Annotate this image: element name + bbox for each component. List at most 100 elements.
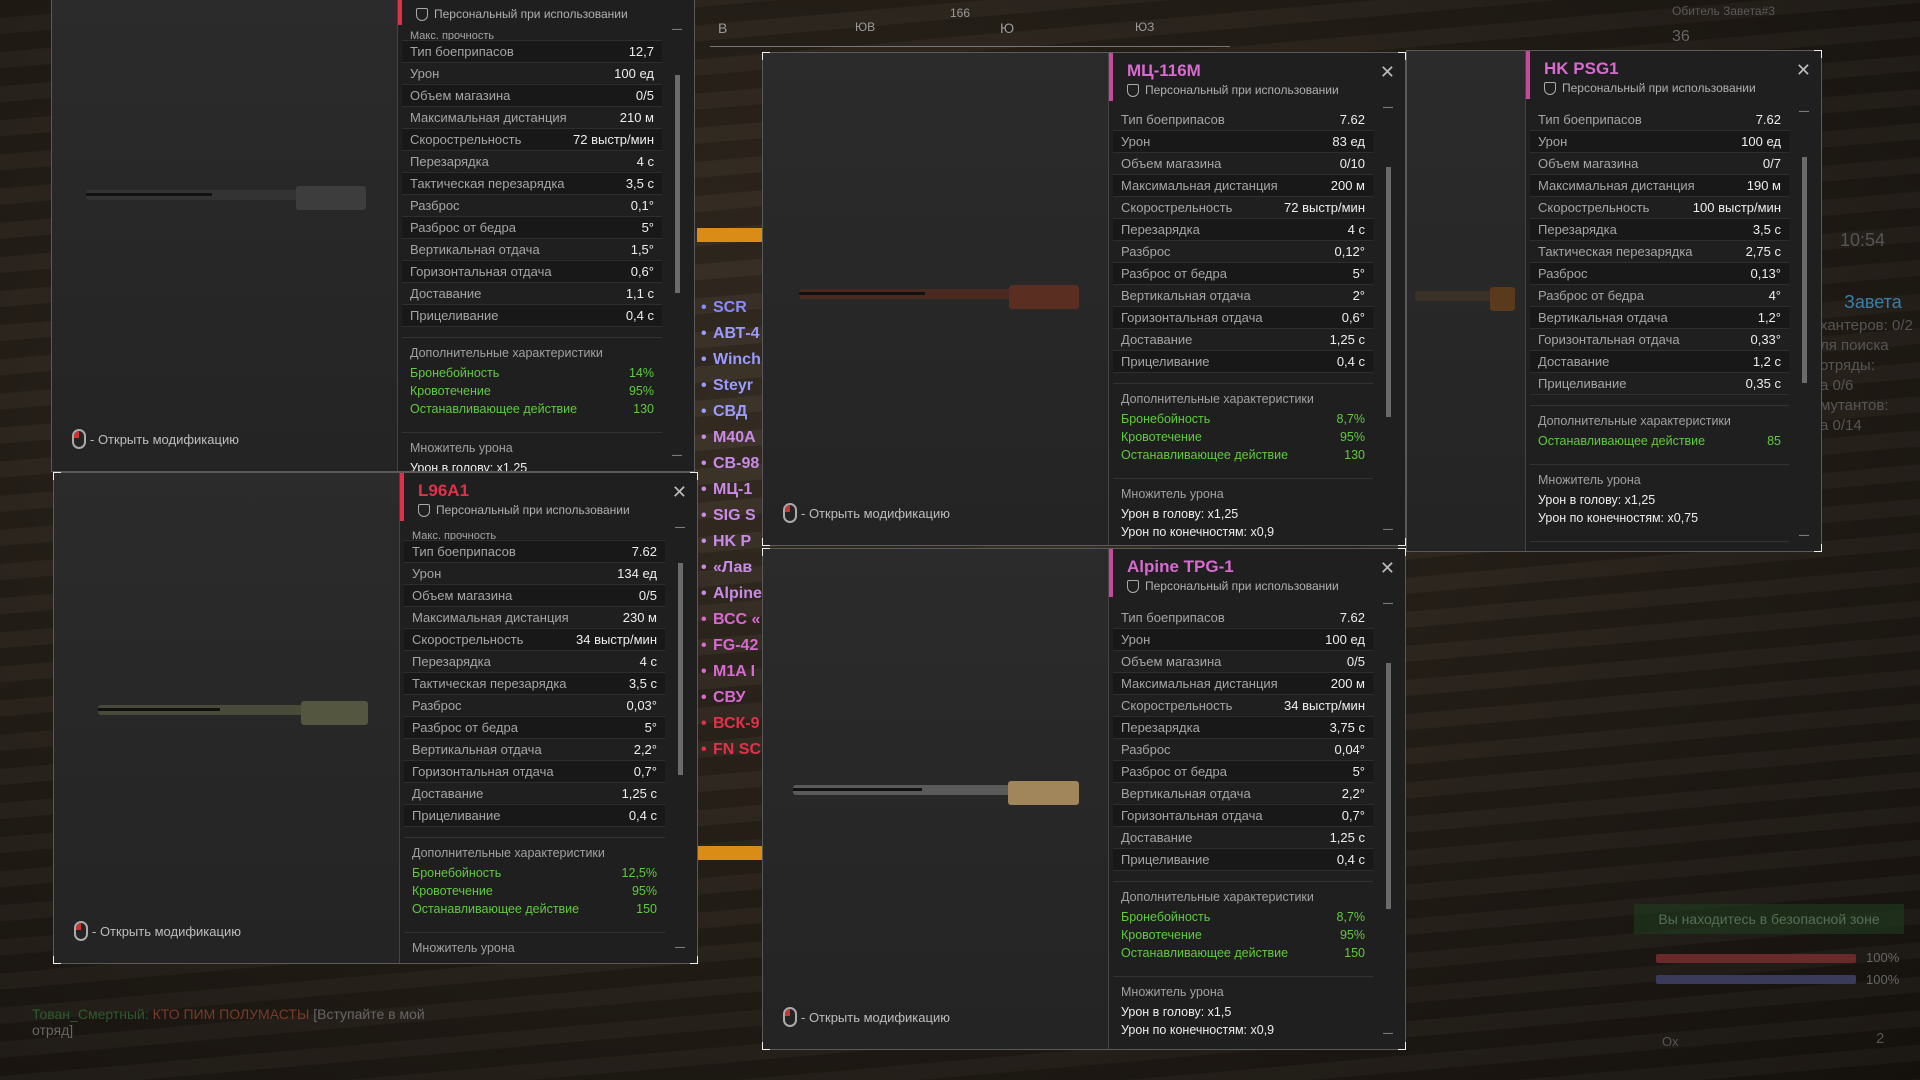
scrollbar[interactable]: — — (670, 25, 684, 461)
multiplier-title: Множитель урона (1121, 487, 1224, 501)
extra-name: Бронебойность (1121, 910, 1211, 924)
extra-name: Бронебойность (412, 866, 502, 880)
extra-title: Дополнительные характеристики (1538, 414, 1731, 428)
stat-row: Доставание 1,2 с (1530, 351, 1789, 373)
stat-name: Макс. прочность (410, 31, 495, 41)
weapon-list-item[interactable]: HK P (697, 529, 767, 555)
weapon-card-alpine: - Открыть модификацию Alpine TPG-1 Персо… (762, 548, 1406, 1050)
extra-section: Дополнительные характеристики Бронебойнос… (1113, 383, 1373, 468)
weapon-title: HK PSG1 (1544, 59, 1619, 78)
compass-yuv: ЮВ (855, 20, 876, 34)
weapon-card-mc116m: - Открыть модификацию МЦ-116М Персональн… (762, 52, 1406, 546)
mouse-icon (72, 429, 86, 449)
stat-name: Прицеливание (1121, 354, 1210, 369)
stat-row: Максимальная дистанция 230 м (404, 607, 665, 629)
weapon-list-item[interactable]: ВСС « (697, 607, 767, 633)
personal-label: Персональный при использовании (416, 7, 682, 21)
extra-title: Дополнительные характеристики (412, 846, 605, 860)
stat-row: Прицеливание 0,4 с (1113, 351, 1373, 373)
quest-lines: хантеров: 0/2 ля поиска отряды: а 0/6 мутант… (1820, 316, 1913, 436)
multiplier-title: Множитель урона (412, 941, 515, 955)
stat-name: Максимальная дистанция (1121, 178, 1278, 193)
extra-row: Бронебойность 8,7% (1121, 908, 1365, 926)
stat-row: Тип боеприпасов 7.62 (404, 541, 665, 563)
stat-name: Горизонтальная отдача (1538, 332, 1680, 347)
stat-value: 210 м (619, 110, 654, 125)
scrollbar[interactable]: — — (673, 523, 687, 953)
stat-row: Объем магазина 0/7 (1530, 153, 1789, 175)
oxygen-label: Ох (1662, 1034, 1679, 1049)
health-value: 100% (1866, 950, 1900, 965)
weapon-list-item[interactable]: АВТ-4 (697, 321, 767, 347)
weapon-list-item[interactable]: SCR (697, 295, 767, 321)
stat-row: Скорострельность 72 выстр/мин (402, 129, 662, 151)
weapon-list-item[interactable]: СВ-98 (697, 451, 767, 477)
weapon-list-item[interactable]: СВУ (697, 685, 767, 711)
shield-icon (1127, 83, 1139, 97)
stat-name: Скорострельность (410, 132, 522, 147)
stat-row: Разброс от бедра 5° (402, 217, 662, 239)
open-mods-hint[interactable]: - Открыть модификацию (72, 429, 239, 449)
stat-name: Урон (1121, 134, 1151, 149)
stat-value: 0/10 (1339, 156, 1365, 171)
close-icon[interactable]: ✕ (1380, 63, 1395, 81)
scrollbar[interactable]: — — (1797, 107, 1811, 541)
close-icon[interactable]: ✕ (672, 483, 687, 501)
chat-bracket-2: отряд] (32, 1022, 74, 1038)
stat-value: 190 м (1746, 178, 1781, 193)
multiplier-line: Урон по конечностям: х0,75 (1538, 511, 1699, 525)
multiplier-line: Урон по конечностям: х0,9 (1121, 525, 1275, 539)
stat-row: Максимальная дистанция 200 м (1113, 673, 1373, 695)
stat-name: Скорострельность (1121, 200, 1233, 215)
scrollbar[interactable]: — — (1381, 599, 1395, 1039)
stat-name: Прицеливание (1538, 376, 1627, 391)
stat-row: Прицеливание 0,4 с (404, 805, 665, 827)
weapon-preview: - Открыть модификацию (52, 0, 397, 471)
weapon-list-item[interactable]: M1A I (697, 659, 767, 685)
stat-value: 7.62 (1339, 112, 1365, 127)
extra-row: Кровотечение 95% (412, 882, 657, 900)
stat-name: Вертикальная отдача (1538, 310, 1668, 325)
extra-section: Дополнительные характеристики Бронебойнос… (402, 337, 662, 422)
orange-strip-bottom (697, 846, 763, 860)
weapon-title: Alpine TPG-1 (1127, 557, 1234, 576)
stat-name: Прицеливание (410, 308, 499, 323)
stat-name: Горизонтальная отдача (410, 264, 552, 279)
open-mods-hint[interactable]: - Открыть модификацию (783, 503, 950, 523)
weapon-preview (1407, 51, 1525, 551)
stat-name: Тип боеприпасов (1121, 610, 1225, 625)
weapon-list-item[interactable]: Winch (697, 347, 767, 373)
stat-row: Разброс от бедра 5° (1113, 761, 1373, 783)
stat-value: 134 ед (617, 566, 657, 581)
close-icon[interactable]: ✕ (1380, 559, 1395, 577)
weapon-list-item[interactable]: FG-42 (697, 633, 767, 659)
stat-value: 0,6° (1341, 310, 1365, 325)
open-mods-hint[interactable]: - Открыть модификацию (74, 921, 241, 941)
extra-name: Кровотечение (410, 384, 491, 398)
weapon-list-item[interactable]: SIG S (697, 503, 767, 529)
weapon-list-item[interactable]: МЦ-1 (697, 477, 767, 503)
weapon-list-item[interactable]: Steyr (697, 373, 767, 399)
shield-icon (416, 7, 428, 21)
quest-line: а 0/6 (1820, 377, 1854, 394)
stat-name: Доставание (1121, 332, 1193, 347)
extra-section: Дополнительные характеристики Бронебойнос… (404, 837, 665, 922)
ammo-count: 2 (1876, 1030, 1885, 1047)
weapon-list-item[interactable]: Alpine (697, 581, 767, 607)
compass-yuz: ЮЗ (1135, 20, 1155, 34)
close-icon[interactable]: ✕ (1796, 61, 1811, 79)
stat-row: Объем магазина 0/5 (404, 585, 665, 607)
clock-label: 10:54 (1840, 230, 1886, 250)
open-mods-hint[interactable]: - Открыть модификацию (783, 1007, 950, 1027)
weapon-list-item[interactable]: СВД (697, 399, 767, 425)
weapon-list-item[interactable]: FN SC (697, 737, 767, 763)
weapon-list-item[interactable]: ВСК-9 (697, 711, 767, 737)
weapon-list-item[interactable]: «Лав (697, 555, 767, 581)
stat-name: Разброс от бедра (1538, 288, 1644, 303)
weapon-list-item[interactable]: M40A (697, 425, 767, 451)
stat-value: 100 ед (1325, 632, 1365, 647)
stat-value: 7.62 (1339, 610, 1365, 625)
stat-value: 72 выстр/мин (1284, 200, 1365, 215)
scrollbar[interactable]: — — (1381, 103, 1395, 535)
faction-label: Завета (1844, 292, 1902, 312)
